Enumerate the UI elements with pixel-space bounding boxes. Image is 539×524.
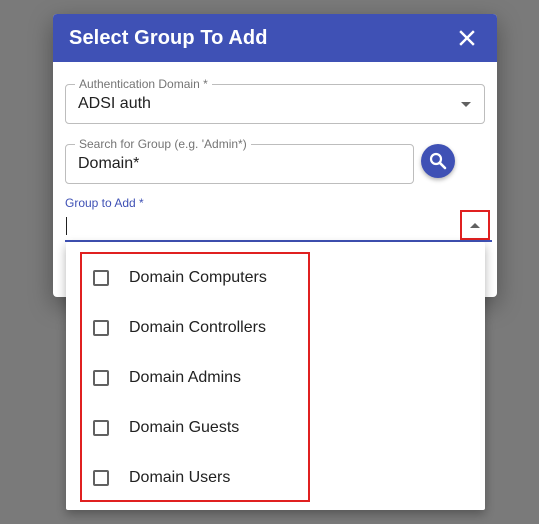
group-search-label: Search for Group (e.g. 'Admin*) (75, 137, 251, 151)
group-option-label: Domain Computers (129, 269, 267, 286)
group-options-dropdown: Domain Computers Domain Controllers Doma… (66, 242, 485, 510)
close-button[interactable] (453, 24, 481, 52)
checkbox-icon[interactable] (93, 470, 109, 486)
text-caret (66, 217, 67, 235)
close-icon (459, 30, 475, 46)
group-option-item[interactable]: Domain Admins (66, 353, 306, 403)
checkbox-icon[interactable] (93, 270, 109, 286)
dropdown-toggle-button[interactable] (460, 210, 490, 240)
checkbox-icon[interactable] (93, 420, 109, 436)
search-button[interactable] (421, 144, 455, 178)
group-option-label: Domain Users (129, 469, 231, 486)
group-option-label: Domain Guests (129, 419, 240, 436)
group-search-value: Domain* (78, 155, 140, 172)
group-option-item[interactable]: Domain Guests (66, 403, 306, 453)
chevron-down-icon (461, 102, 471, 107)
search-icon (429, 152, 447, 170)
group-to-add-input[interactable] (65, 210, 492, 242)
dialog-title: Select Group To Add (69, 26, 268, 49)
group-option-item[interactable]: Domain Computers (66, 253, 306, 303)
authentication-domain-value: ADSI auth (78, 95, 151, 112)
group-option-item[interactable]: Domain Controllers (66, 303, 306, 353)
checkbox-icon[interactable] (93, 320, 109, 336)
group-option-label: Domain Controllers (129, 319, 266, 336)
group-option-item[interactable]: Domain Users (66, 453, 306, 503)
authentication-domain-select[interactable]: Authentication Domain * ADSI auth (65, 77, 485, 124)
checkbox-icon[interactable] (93, 370, 109, 386)
group-to-add-label: Group to Add * (65, 196, 144, 210)
dialog-header: Select Group To Add (53, 14, 497, 62)
chevron-up-icon (470, 222, 480, 228)
group-option-label: Domain Admins (129, 369, 242, 386)
authentication-domain-label: Authentication Domain * (75, 77, 212, 91)
group-search-input[interactable]: Search for Group (e.g. 'Admin*) Domain* (65, 137, 414, 184)
